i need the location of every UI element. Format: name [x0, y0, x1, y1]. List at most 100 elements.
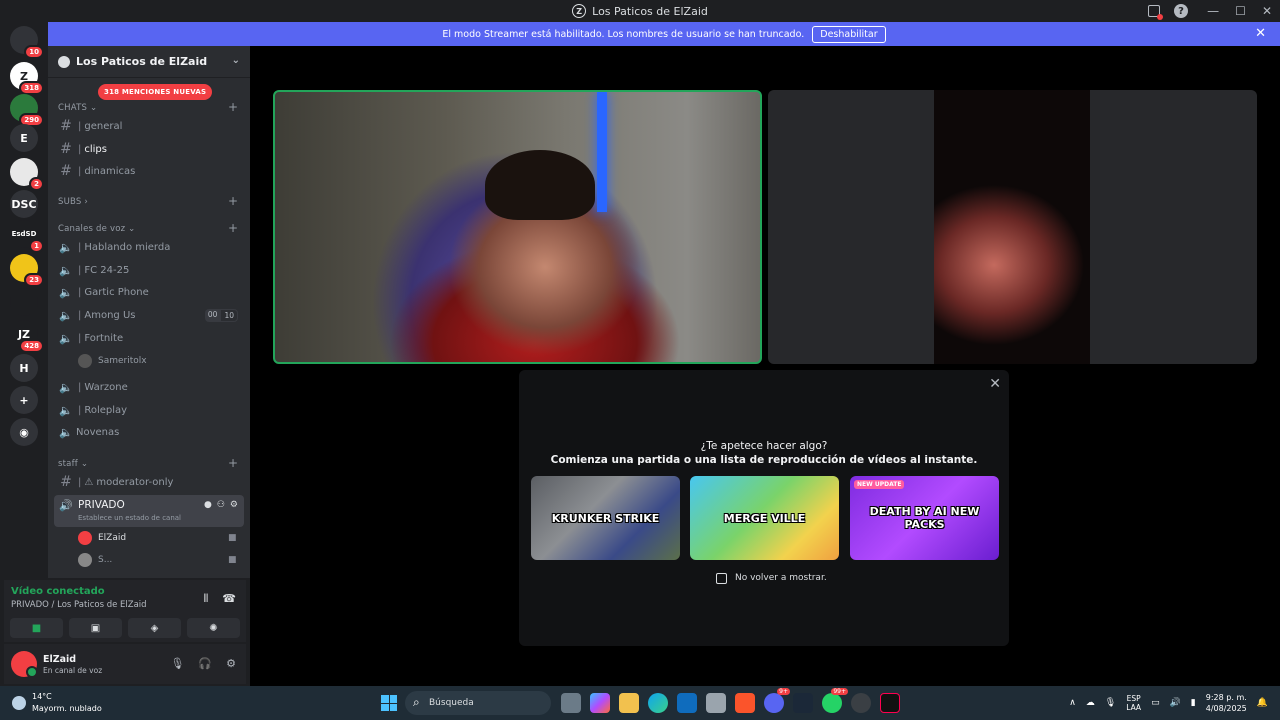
invite-icon[interactable]: ⚇: [217, 500, 225, 510]
server-icon[interactable]: H: [10, 354, 38, 382]
microphone-icon[interactable]: 🎙: [170, 657, 184, 670]
voice-channel-among-us[interactable]: 🔈 | Among Us 00 10: [56, 304, 244, 326]
server-header[interactable]: Los Paticos de ElZaid ⌄: [48, 46, 250, 78]
category-chats[interactable]: CHATS ⌄ +: [58, 100, 238, 114]
voice-member[interactable]: S... ■: [78, 551, 237, 569]
category-staff[interactable]: staff ⌄ +: [58, 456, 238, 470]
volume-icon[interactable]: 🔊: [1170, 698, 1181, 708]
voice-channel-warzone[interactable]: 🔈 | Warzone: [56, 376, 244, 398]
chatgpt-icon[interactable]: [851, 693, 871, 713]
server-icon[interactable]: Z 318: [10, 62, 44, 95]
network-icon[interactable]: ☁: [1086, 698, 1095, 708]
disable-streamer-button[interactable]: Deshabilitar: [812, 25, 886, 43]
voice-status[interactable]: Vídeo conectado: [11, 586, 105, 597]
server-icon[interactable]: 10: [10, 26, 44, 59]
video-tile-main[interactable]: [273, 90, 762, 364]
voice-channel-fc[interactable]: 🔈 | FC 24-25: [56, 259, 244, 281]
discord-icon[interactable]: 9+: [764, 688, 790, 713]
store-icon[interactable]: [706, 693, 726, 713]
voice-channel-fortnite[interactable]: 🔈 | Fortnite: [56, 327, 244, 349]
user-avatar[interactable]: [11, 651, 38, 678]
activity-card-krunker[interactable]: KRUNKER STRIKE: [531, 476, 680, 560]
server-icon[interactable]: EsdSD 1: [10, 220, 44, 253]
server-icon[interactable]: JZ 428: [10, 320, 44, 353]
dont-show-checkbox[interactable]: [716, 573, 727, 584]
dont-show-label[interactable]: No volver a mostrar.: [735, 573, 827, 583]
camera-button[interactable]: ■: [10, 618, 63, 638]
soundboard-button[interactable]: ✺: [187, 618, 240, 638]
add-channel-icon[interactable]: +: [228, 194, 238, 208]
system-tray: ∧ ☁ 🎙 ESP LAA ▭ 🔊 ▮ 9:28 p. m. 4/08/2025 🔔: [1069, 692, 1268, 714]
close-window-icon[interactable]: ✕: [1262, 4, 1272, 18]
outlook-icon[interactable]: [677, 693, 697, 713]
server-icon[interactable]: [10, 288, 38, 316]
voice-channel-privado[interactable]: 🔊 PRIVADO Establece un estado de canal ●…: [54, 495, 244, 527]
voice-channel-novenas[interactable]: 🔈 Novenas: [56, 421, 244, 443]
headphones-icon[interactable]: 🎧: [198, 657, 212, 670]
channel-status-prompt[interactable]: Establece un estado de canal: [78, 514, 181, 522]
chat-icon[interactable]: ●: [204, 500, 212, 510]
server-icon[interactable]: +: [10, 386, 38, 414]
close-banner-icon[interactable]: ✕: [1255, 26, 1266, 41]
voice-channel-roleplay[interactable]: 🔈 | Roleplay: [56, 399, 244, 421]
server-icon[interactable]: 290: [10, 94, 44, 127]
server-icon[interactable]: ◉: [10, 418, 38, 446]
server-icon[interactable]: E: [10, 124, 38, 152]
steam-icon[interactable]: [793, 693, 813, 713]
channel-general[interactable]: # | general: [56, 115, 244, 137]
wifi-icon[interactable]: ▭: [1151, 698, 1160, 708]
file-explorer-icon[interactable]: [619, 693, 639, 713]
voice-location[interactable]: PRIVADO / Los Paticos de ElZaid: [11, 600, 147, 610]
clock[interactable]: 9:28 p. m. 4/08/2025: [1206, 692, 1247, 714]
mention-badge: 428: [19, 339, 44, 353]
copilot-icon[interactable]: [590, 693, 610, 713]
activity-card-death-by-ai[interactable]: NEW UPDATE DEATH BY AI NEW PACKS: [850, 476, 999, 560]
mention-badge: 10: [24, 45, 44, 59]
category-subs[interactable]: SUBS › +: [58, 194, 238, 208]
server-icon[interactable]: 23: [10, 254, 44, 287]
battery-icon[interactable]: ▮: [1191, 698, 1196, 708]
whatsapp-icon[interactable]: 99+: [822, 688, 848, 713]
activity-card-merge[interactable]: MERGE VILLE: [690, 476, 839, 560]
brave-icon[interactable]: [735, 693, 755, 713]
voice-channel-gartic[interactable]: 🔈 | Gartic Phone: [56, 281, 244, 303]
voice-channel-hablando[interactable]: 🔈 | Hablando mierda: [56, 236, 244, 258]
server-icon[interactable]: DSC: [10, 190, 38, 218]
minimize-icon[interactable]: —: [1207, 4, 1219, 18]
noise-suppression-icon[interactable]: ⦀: [203, 592, 208, 606]
video-tile-secondary-feed[interactable]: [934, 90, 1090, 364]
start-icon[interactable]: [381, 695, 397, 711]
screen-share-button[interactable]: ▣: [69, 618, 122, 638]
edge-icon[interactable]: [648, 693, 668, 713]
taskbar-search[interactable]: Búsqueda: [405, 691, 551, 715]
notification-icon[interactable]: 🔔: [1257, 698, 1268, 708]
inbox-icon[interactable]: [1148, 5, 1163, 20]
video-tile-secondary[interactable]: [1090, 90, 1257, 364]
channel-moderator-only[interactable]: # | ⚠ moderator-only: [56, 471, 244, 493]
maximize-icon[interactable]: ☐: [1235, 4, 1246, 18]
video-tile-secondary[interactable]: [768, 90, 934, 364]
tiktok-icon[interactable]: [880, 693, 900, 713]
add-channel-icon[interactable]: +: [228, 221, 238, 235]
add-channel-icon[interactable]: +: [228, 456, 238, 470]
voice-member[interactable]: ElZaid ■: [78, 529, 237, 547]
channel-dinamicas[interactable]: # | dinamicas: [56, 160, 244, 182]
channel-label: moderator-only: [96, 476, 174, 488]
server-icon[interactable]: 2: [10, 158, 44, 191]
language-indicator[interactable]: ESP LAA: [1126, 694, 1141, 712]
task-view-icon[interactable]: [561, 693, 581, 713]
voice-member[interactable]: Sameritolx: [78, 352, 147, 370]
new-mentions-pill[interactable]: 318 MENCIONES NUEVAS: [98, 84, 213, 100]
user-name[interactable]: ElZaid: [43, 654, 76, 665]
gear-icon[interactable]: ⚙: [226, 657, 236, 670]
channel-clips[interactable]: # | clips: [56, 138, 244, 160]
close-icon[interactable]: ✕: [989, 376, 1001, 392]
chevron-up-icon[interactable]: ∧: [1069, 698, 1076, 708]
activity-button[interactable]: ◈: [128, 618, 181, 638]
gear-icon[interactable]: ⚙: [230, 500, 238, 510]
microphone-icon[interactable]: 🎙: [1105, 698, 1116, 708]
add-channel-icon[interactable]: +: [228, 100, 238, 114]
disconnect-icon[interactable]: ☎: [222, 592, 236, 606]
help-icon[interactable]: ?: [1174, 4, 1188, 18]
category-voice[interactable]: Canales de voz ⌄ +: [58, 221, 238, 235]
